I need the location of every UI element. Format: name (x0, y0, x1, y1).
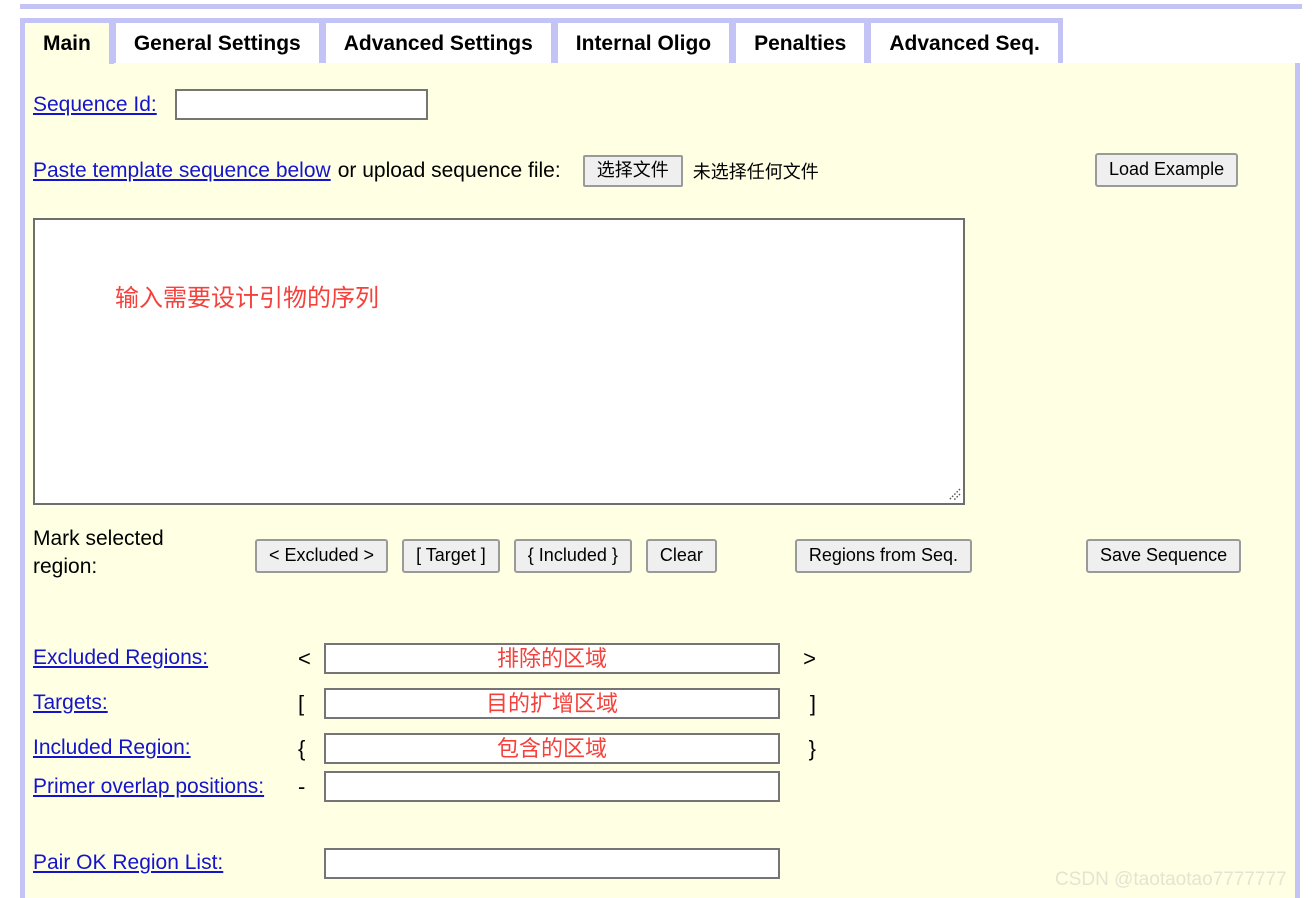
targets-label[interactable]: Targets: (33, 690, 298, 717)
sequence-id-row: Sequence Id: (33, 89, 428, 120)
top-divider-rule (20, 4, 1302, 9)
targets-input[interactable] (324, 688, 780, 719)
load-example-button[interactable]: Load Example (1095, 153, 1239, 187)
pair-ok-region-field-box (324, 848, 780, 879)
primer-overlap-field-box (324, 771, 780, 802)
included-region-field-box: 包含的区域 (324, 733, 780, 764)
sequence-id-label[interactable]: Sequence Id: (33, 93, 157, 117)
mark-selected-region-label-line2: region: (33, 554, 98, 578)
primer-overlap-positions-label[interactable]: Primer overlap positions: (33, 773, 298, 801)
tab-general-settings-label: General Settings (133, 32, 301, 55)
tab-advanced-settings-label: Advanced Settings (343, 32, 533, 55)
excluded-regions-field-box: 排除的区域 (324, 643, 780, 674)
csdn-watermark: CSDN @taotaotao7777777 (1055, 869, 1287, 890)
mark-included-button[interactable]: { Included } (513, 539, 632, 573)
targets-field-box: 目的扩增区域 (324, 688, 780, 719)
tab-advanced-seq-label: Advanced Seq. (889, 32, 1040, 55)
primer-overlap-dash: - (298, 773, 306, 799)
file-selection-status: 未选择任何文件 (692, 161, 819, 182)
sequence-textarea-wrapper: 输入需要设计引物的序列 (33, 218, 965, 505)
tab-general-settings[interactable]: General Settings (110, 18, 324, 64)
tab-advanced-seq[interactable]: Advanced Seq. (866, 18, 1063, 64)
targets-row: Targets: [ 目的扩增区域 ] (33, 688, 833, 719)
targets-open-bracket: [ (298, 690, 305, 716)
mark-selected-region-label: Mark selected region: (33, 525, 213, 580)
included-region-row: Included Region: { 包含的区域 } (33, 733, 833, 764)
mark-target-button[interactable]: [ Target ] (402, 539, 500, 573)
upload-sequence-file-label: or upload sequence file: (337, 158, 561, 182)
included-region-close-bracket: } (808, 735, 816, 761)
pair-ok-region-list-label[interactable]: Pair OK Region List: (33, 850, 298, 877)
save-sequence-button[interactable]: Save Sequence (1086, 539, 1242, 573)
tab-internal-oligo[interactable]: Internal Oligo (552, 18, 735, 64)
tab-penalties-label: Penalties (754, 32, 847, 55)
choose-file-button[interactable]: 选择文件 (582, 155, 683, 187)
mark-excluded-button[interactable]: < Excluded > (255, 539, 389, 573)
pair-ok-region-list-input[interactable] (324, 848, 780, 879)
included-region-label[interactable]: Included Region: (33, 735, 298, 762)
main-panel: Sequence Id: Paste template sequence bel… (20, 63, 1300, 898)
sequence-textarea[interactable] (33, 218, 965, 505)
mark-region-button-group: < Excluded > [ Target ] { Included } Cle… (255, 539, 972, 573)
mark-clear-button[interactable]: Clear (645, 539, 717, 573)
regions-from-seq-button[interactable]: Regions from Seq. (794, 539, 972, 573)
excluded-regions-open-bracket: < (298, 645, 311, 671)
tab-main-label: Main (43, 32, 91, 55)
tab-strip: Main General Settings Advanced Settings … (20, 18, 1300, 64)
excluded-regions-row: Excluded Regions: < 排除的区域 > (33, 643, 833, 674)
tab-penalties[interactable]: Penalties (731, 18, 870, 64)
primer-overlap-positions-row: Primer overlap positions: - (33, 771, 833, 802)
paste-template-sequence-link[interactable]: Paste template sequence below (33, 159, 331, 183)
tab-internal-oligo-label: Internal Oligo (575, 32, 712, 55)
targets-close-bracket: ] (809, 690, 816, 716)
pair-ok-region-list-row: Pair OK Region List: (33, 848, 833, 879)
excluded-regions-label[interactable]: Excluded Regions: (33, 645, 298, 672)
included-region-open-bracket: { (298, 735, 306, 761)
included-region-input[interactable] (324, 733, 780, 764)
excluded-regions-input[interactable] (324, 643, 780, 674)
tab-advanced-settings[interactable]: Advanced Settings (320, 18, 556, 64)
excluded-regions-close-bracket: > (803, 645, 816, 671)
primer-overlap-positions-input[interactable] (324, 771, 780, 802)
sequence-id-input[interactable] (174, 89, 428, 120)
mark-selected-region-label-line1: Mark selected (33, 527, 164, 550)
tab-main[interactable]: Main (20, 18, 114, 64)
